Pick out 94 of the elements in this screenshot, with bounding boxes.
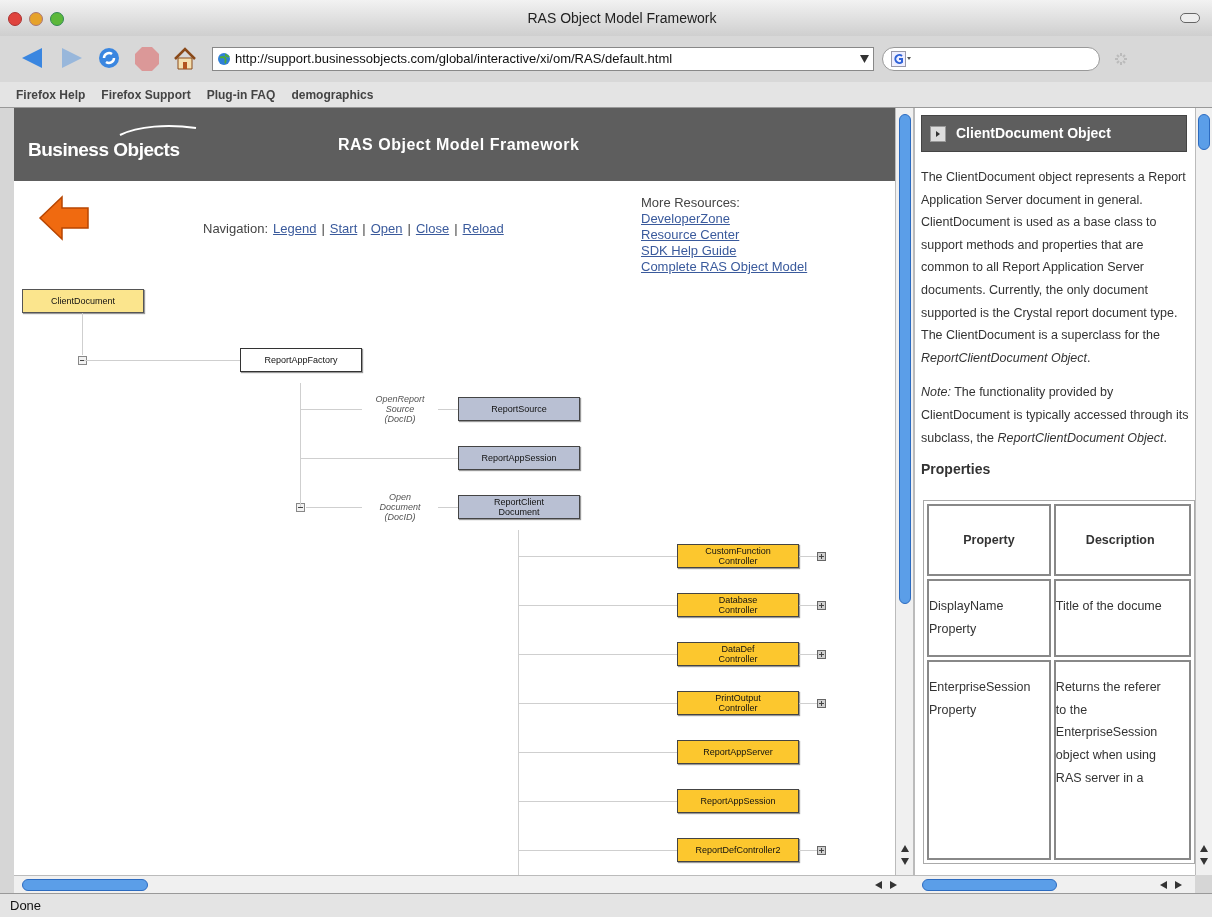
horizontal-scrollbar[interactable]	[915, 875, 1195, 893]
scroll-thumb[interactable]	[898, 114, 911, 604]
tree-toggle[interactable]	[817, 699, 826, 708]
diagram-node[interactable]: Database Controller	[677, 593, 799, 617]
column-header: Property	[927, 504, 1051, 577]
scroll-thumb[interactable]	[22, 878, 148, 891]
tree-toggle[interactable]	[78, 356, 87, 365]
scroll-down-arrow-icon[interactable]	[1200, 858, 1208, 865]
connector-line	[438, 409, 458, 410]
home-icon[interactable]	[172, 46, 198, 72]
globe-icon	[217, 52, 231, 66]
scroll-left-arrow-icon[interactable]	[875, 880, 882, 889]
table-cell: Title of the docume	[1053, 579, 1191, 658]
window-title: RAS Object Model Framework	[527, 8, 717, 28]
table-cell: EnterpriseSession Property	[927, 660, 1051, 861]
column-header: Description	[1053, 504, 1191, 577]
separator-text: |	[454, 220, 458, 238]
navigation-link[interactable]: Reload	[462, 219, 504, 239]
zoom-window-button[interactable]	[50, 12, 64, 26]
search-engine-icon[interactable]	[891, 51, 911, 67]
diagram-node[interactable]: ReportAppFactory	[240, 348, 362, 372]
resource-link[interactable]: SDK Help Guide	[641, 243, 808, 259]
table-cell: DisplayName Property	[927, 579, 1051, 658]
expand-button[interactable]	[930, 125, 946, 142]
logo-text: Business Objects	[28, 138, 181, 163]
address-field[interactable]: http://support.businessobjects.com/global/interactive/xi/om/RAS/default.html	[212, 47, 874, 71]
description-paragraph: The ClientDocument object represents a Report Application Server document in general. ClientDocument is used as a base class to support methods and properties that are common to all Report Application Server documents. Currently, the only document supported is the Crystal report document type. The ClientDocument is a superclass for the ReportClientDocument Object.	[921, 169, 1187, 367]
scroll-up-arrow-icon[interactable]	[900, 845, 909, 852]
resource-link[interactable]: DeveloperZone	[641, 211, 808, 227]
resources-heading: More Resources:	[641, 195, 741, 211]
section-title: ClientDocument Object	[956, 124, 1111, 143]
connector-line	[438, 507, 458, 508]
diagram-node[interactable]: CustomFunction Controller	[677, 544, 799, 568]
tree-toggle[interactable]	[817, 552, 826, 561]
separator-text: |	[362, 220, 366, 238]
scroll-up-arrow-icon[interactable]	[1200, 845, 1208, 852]
connector-line	[799, 556, 817, 557]
scroll-thumb[interactable]	[922, 878, 1057, 891]
logo-swoosh-icon	[118, 124, 198, 137]
diagram-node[interactable]: PrintOutput Controller	[677, 691, 799, 715]
dropdown-arrow-icon[interactable]	[860, 55, 869, 63]
minimize-window-button[interactable]	[29, 12, 43, 26]
diagram-node[interactable]: DataDef Controller	[677, 642, 799, 666]
diagram-node[interactable]: ReportAppSession	[677, 789, 799, 813]
scroll-right-arrow-icon[interactable]	[890, 880, 897, 889]
bookmark-link[interactable]: Firefox Help	[16, 85, 86, 104]
diagram-node[interactable]: ReportAppSession	[458, 446, 580, 470]
resource-link[interactable]: Resource Center	[641, 227, 808, 243]
tree-toggle[interactable]	[817, 846, 826, 855]
navigation-link[interactable]: Legend	[273, 219, 317, 239]
diagram-node[interactable]: ReportClient Document	[458, 495, 580, 519]
diagram-node[interactable]: ReportAppServer	[677, 740, 799, 764]
status-text: Done	[10, 896, 42, 915]
triangle-icon	[936, 130, 940, 137]
close-window-button[interactable]	[8, 12, 22, 26]
horizontal-scrollbar[interactable]	[14, 875, 915, 893]
loading-spinner-icon	[1114, 52, 1128, 66]
vertical-scrollbar[interactable]	[1195, 108, 1212, 875]
connector-line	[799, 654, 817, 655]
connector-line	[799, 605, 817, 606]
scroll-left-arrow-icon[interactable]	[1160, 880, 1167, 889]
bookmark-link[interactable]: demographics	[291, 85, 374, 104]
navigation-link[interactable]: Close	[415, 219, 450, 239]
connector-line	[82, 313, 83, 355]
tree-toggle[interactable]	[817, 650, 826, 659]
bookmark-link[interactable]: Firefox Support	[101, 85, 191, 104]
navigation-label: Navigation:	[203, 220, 269, 238]
connector-line	[306, 507, 362, 508]
description-paragraph: Note: The functionality provided by ClientDocument is typically accessed through its subclass, the ReportClientDocument Object.	[921, 384, 1189, 447]
page-title: RAS Object Model Framework	[338, 134, 580, 155]
tree-toggle[interactable]	[817, 601, 826, 610]
table-cell: Returns the referer to the EnterpriseSession object when using RAS server in a	[1053, 660, 1191, 861]
back-arrow-icon[interactable]	[38, 195, 90, 241]
diagram-node[interactable]: ReportSource	[458, 397, 580, 421]
properties-heading: Properties	[921, 460, 992, 480]
toolbar-toggle-button[interactable]	[1180, 13, 1200, 23]
vertical-scrollbar[interactable]	[895, 108, 913, 875]
diagram-node[interactable]: ClientDocument	[22, 289, 144, 313]
separator-text: |	[321, 220, 325, 238]
separator-text: |	[407, 220, 411, 238]
scroll-right-arrow-icon[interactable]	[1175, 880, 1182, 889]
edge-label: OpenReport Source (DocID)	[374, 393, 426, 425]
tree-toggle[interactable]	[296, 503, 305, 512]
bookmark-link[interactable]: Plug-in FAQ	[206, 85, 276, 104]
scroll-down-arrow-icon[interactable]	[900, 858, 909, 865]
diagram-node[interactable]: ReportDefController2	[677, 838, 799, 862]
scroll-thumb[interactable]	[1198, 114, 1210, 150]
search-field[interactable]	[882, 47, 1100, 71]
connector-line	[799, 850, 817, 851]
navigation-link[interactable]: Open	[370, 219, 403, 239]
edge-label: Open Document (DocID)	[378, 491, 422, 523]
connector-line	[799, 703, 817, 704]
navigation-link[interactable]: Start	[329, 219, 358, 239]
resource-link[interactable]: Complete RAS Object Model	[641, 259, 808, 275]
